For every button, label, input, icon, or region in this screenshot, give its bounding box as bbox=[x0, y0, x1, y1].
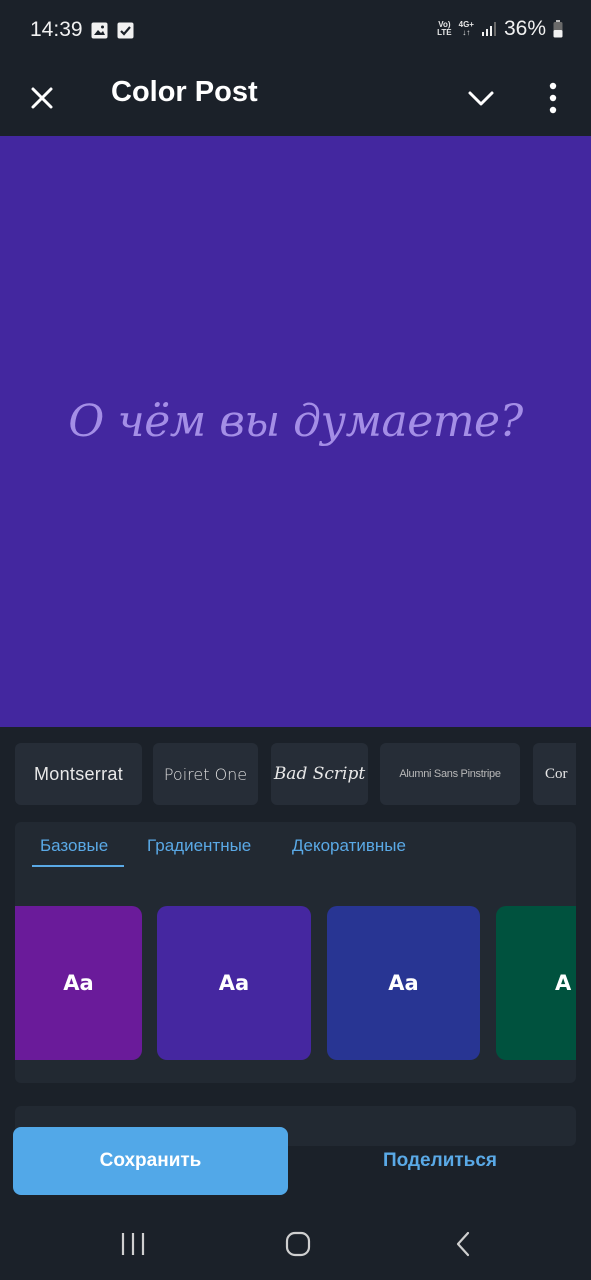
share-button[interactable]: Поделиться bbox=[300, 1127, 580, 1195]
font-picker[interactable]: Montserrat Poiret One Bad Script Alumni … bbox=[15, 743, 576, 805]
home-icon[interactable] bbox=[284, 1230, 312, 1258]
system-nav-bar bbox=[0, 1200, 591, 1280]
save-button[interactable]: Сохранить bbox=[13, 1127, 288, 1195]
mobile-data-icon: 4G+ ↓↑ bbox=[458, 20, 474, 37]
back-icon[interactable] bbox=[450, 1230, 478, 1258]
more-vertical-icon[interactable] bbox=[538, 78, 568, 118]
color-swatch-purple[interactable]: Aa bbox=[15, 906, 142, 1060]
font-chip-poiret-one[interactable]: Poiret One bbox=[153, 743, 258, 805]
recent-apps-icon[interactable] bbox=[119, 1230, 147, 1258]
tab-decorative[interactable]: Декоративные bbox=[292, 836, 406, 856]
volte-icon: Vo) LTE bbox=[437, 20, 452, 37]
page-title: Color Post bbox=[111, 76, 258, 108]
tab-basic[interactable]: Базовые bbox=[40, 836, 108, 856]
font-chip-alumni-sans-pinstripe[interactable]: Alumni Sans Pinstripe bbox=[380, 743, 520, 805]
tab-indicator bbox=[32, 865, 124, 867]
font-chip-montserrat[interactable]: Montserrat bbox=[15, 743, 142, 805]
color-swatch-deep-purple[interactable]: Aa bbox=[157, 906, 311, 1060]
status-bar: 14:39 Vo) LTE 4G+ ↓↑ 36% bbox=[0, 0, 591, 60]
close-icon[interactable] bbox=[24, 80, 60, 116]
tab-gradient[interactable]: Градиентные bbox=[147, 836, 251, 856]
color-swatch-green[interactable]: A bbox=[496, 906, 576, 1060]
font-chip-bad-script[interactable]: Bad Script bbox=[271, 743, 368, 805]
signal-icon bbox=[481, 22, 496, 36]
background-style-panel: Базовые Градиентные Декоративные Aa Aa A… bbox=[15, 822, 576, 1083]
battery-percent: 36% bbox=[503, 17, 546, 40]
battery-icon bbox=[553, 20, 563, 38]
font-chip-partial[interactable]: Cor bbox=[533, 743, 576, 805]
top-app-bar: Color Post bbox=[0, 60, 591, 136]
color-swatch-indigo[interactable]: Aa bbox=[327, 906, 480, 1060]
status-right-group: Vo) LTE 4G+ ↓↑ 36% bbox=[437, 17, 563, 41]
chevron-down-icon[interactable] bbox=[462, 80, 500, 116]
post-text-placeholder[interactable]: О чём вы думаете? bbox=[0, 396, 591, 447]
status-time: 14:39 bbox=[30, 18, 83, 41]
task-notification-icon bbox=[117, 22, 134, 39]
gallery-notification-icon bbox=[91, 22, 108, 39]
post-canvas[interactable]: О чём вы думаете? bbox=[0, 136, 591, 727]
